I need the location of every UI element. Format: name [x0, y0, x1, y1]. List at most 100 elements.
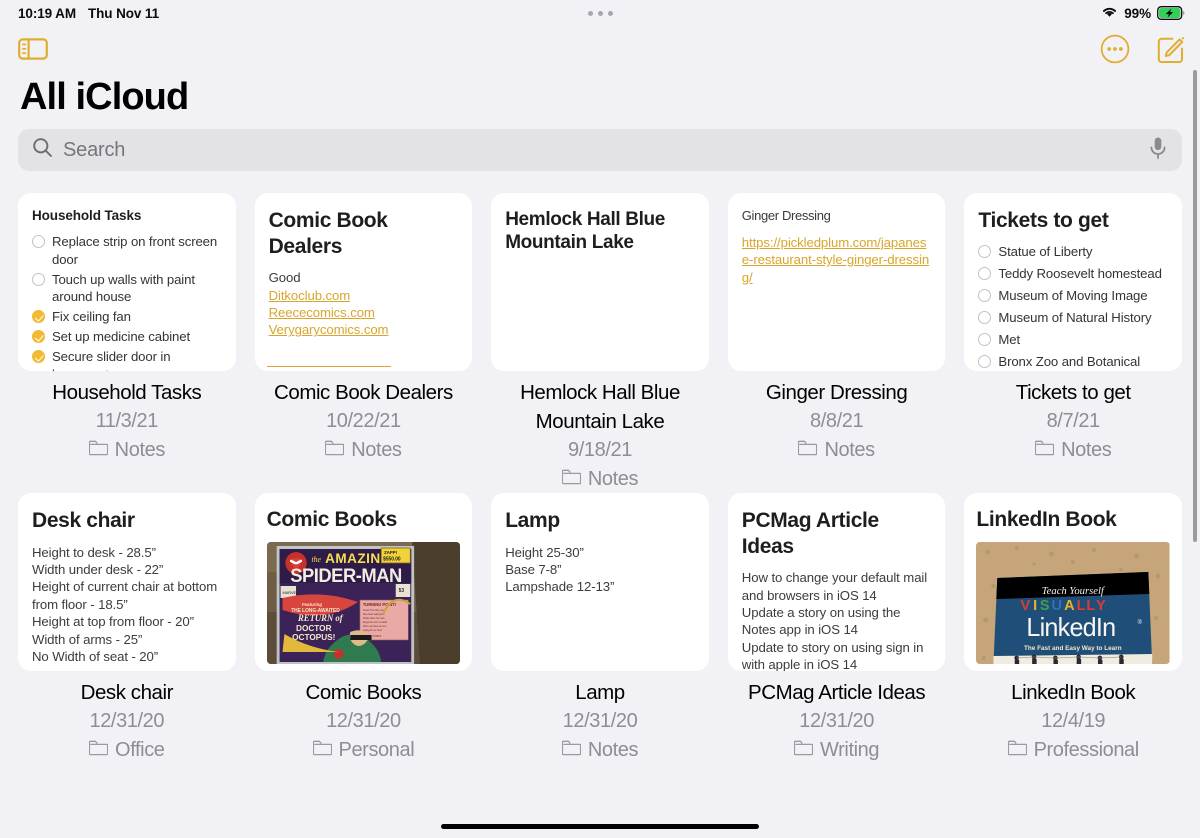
checkbox-checked-icon[interactable] [32, 350, 45, 364]
note-title: Lamp [575, 681, 625, 704]
note-preview-line: Lampshade 12-13” [505, 579, 615, 595]
microphone-icon[interactable] [1148, 136, 1168, 165]
note-title: Desk chair [80, 681, 174, 704]
status-bar-right: 99% [1101, 5, 1186, 21]
checklist-row[interactable]: Bronx Zoo and Botanical [978, 353, 1168, 370]
checklist-row[interactable]: Fix ceiling fan [32, 308, 222, 325]
folder-icon [1007, 736, 1027, 764]
folder-name: Professional [1033, 738, 1140, 761]
note-card-preview[interactable]: LinkedIn Book Teach Yourself V I S U A L… [964, 493, 1182, 671]
home-indicator[interactable] [441, 823, 759, 829]
svg-text:dangerous foe in a battle: dangerous foe in a battle [362, 621, 387, 624]
checkbox-unchecked-icon[interactable] [978, 244, 992, 258]
battery-charging-icon [1157, 6, 1186, 20]
more-ellipsis-icon[interactable] [1100, 34, 1130, 64]
linkedin-book-cover-photo: Teach Yourself V I S U A L L Y LinkedIn [976, 541, 1170, 664]
checklist-row[interactable]: Met [978, 331, 1168, 348]
folder-name: Notes [1061, 438, 1112, 461]
note-label: PCMag Article Ideas 12/31/20 Writing [728, 671, 946, 764]
checklist-row[interactable]: Secure slider door in basement [32, 348, 222, 371]
folder-name: Notes [824, 438, 875, 461]
folder-name: Personal [338, 738, 415, 761]
note-preview-link[interactable]: https://pickledplum.com/japanese-restaur… [742, 234, 932, 286]
note-folder: Professional [966, 736, 1180, 764]
search-bar[interactable] [18, 129, 1182, 171]
folder-icon [561, 465, 582, 493]
note-item[interactable]: Hemlock Hall Blue Mountain Lake Hemlock … [491, 193, 709, 493]
checkbox-unchecked-icon[interactable] [978, 355, 992, 369]
svg-text:ZAPP!: ZAPP! [384, 550, 398, 555]
checkbox-unchecked-icon[interactable] [978, 311, 992, 325]
search-input[interactable] [63, 138, 1138, 162]
note-card-preview[interactable]: PCMag Article Ideas How to change your d… [727, 493, 946, 671]
note-date: 11/3/21 [95, 410, 159, 433]
svg-text:OCTOPUS!: OCTOPUS! [292, 631, 335, 641]
note-card-preview[interactable]: Tickets to get Statue of Liberty Teddy R… [964, 193, 1182, 371]
note-preview-title: LinkedIn Book [976, 508, 1117, 531]
note-checklist: Replace strip on front screen door Touch… [32, 233, 222, 371]
note-preview-title: Lamp [505, 509, 560, 532]
note-label: Hemlock Hall Blue Mountain Lake 9/18/21 … [491, 371, 709, 493]
note-preview-link[interactable]: Ditkoclub.com [269, 287, 459, 304]
note-item[interactable]: Lamp Height 25-30” Base 7-8” Lampshade 1… [491, 493, 709, 764]
note-title: Comic Book Dealers [274, 381, 453, 404]
checklist-row[interactable]: Set up medicine cabinet [32, 328, 222, 345]
checkbox-unchecked-icon[interactable] [32, 272, 45, 286]
checkbox-unchecked-icon[interactable] [978, 266, 992, 280]
note-card-preview[interactable]: Household Tasks Replace strip on front s… [18, 193, 236, 371]
note-card-preview[interactable]: Comic Books the AMAZING SPIDER-MAN ZAPP!… [254, 493, 473, 671]
note-preview-body: Height to desk - 28.5” Width under desk … [32, 544, 222, 666]
note-item[interactable]: Desk chair Height to desk - 28.5” Width … [18, 493, 236, 764]
status-bar-left: 10:19 AM Thu Nov 11 [18, 6, 159, 21]
wifi-icon [1101, 5, 1118, 21]
note-preview-line: Update to story on using sign in with ap… [741, 639, 924, 671]
note-card-preview[interactable]: Desk chair Height to desk - 28.5” Width … [18, 493, 236, 671]
note-item[interactable]: Comic Book Dealers Good Ditkoclub.com Re… [254, 193, 473, 493]
note-label: Tickets to get 8/7/21 Notes [964, 371, 1182, 464]
note-label: Household Tasks 11/3/21 Notes [18, 371, 236, 464]
note-preview-title: Ginger Dressing [741, 208, 831, 223]
sidebar-toggle-icon[interactable] [18, 37, 48, 61]
note-item[interactable]: Household Tasks Replace strip on front s… [18, 193, 236, 493]
status-time: 10:19 AM [18, 5, 76, 21]
checklist-row[interactable]: Replace strip on front screen door [32, 233, 222, 267]
svg-text:Spidey faces his most: Spidey faces his most [362, 617, 384, 620]
vertical-scrollbar[interactable] [1193, 70, 1197, 542]
svg-text:A: A [1064, 597, 1075, 613]
note-item[interactable]: Comic Books the AMAZING SPIDER-MAN ZAPP!… [254, 493, 473, 764]
checklist-row[interactable]: Touch up walls with paint around house [32, 271, 222, 305]
note-preview-line: Height at top from floor - 20” [32, 614, 194, 630]
note-card-preview[interactable]: Comic Book Dealers Good Ditkoclub.com Re… [254, 193, 473, 371]
checklist-row[interactable]: Museum of Natural History [978, 309, 1168, 326]
note-folder: Notes [20, 436, 234, 464]
folder-icon [88, 736, 109, 764]
note-card-preview[interactable]: Ginger Dressing https://pickledplum.com/… [727, 193, 946, 371]
checklist-row[interactable]: Statue of Liberty [978, 243, 1168, 260]
svg-text:S: S [1040, 597, 1050, 613]
note-preview-link[interactable]: Verygarycomics.com [269, 321, 459, 338]
note-date: 12/31/20 [799, 710, 874, 733]
compose-note-icon[interactable] [1156, 34, 1186, 64]
checklist-row[interactable]: Museum of Moving Image [978, 287, 1168, 304]
checkbox-checked-icon[interactable] [32, 310, 45, 324]
svg-text:Y: Y [1096, 597, 1106, 613]
note-item[interactable]: LinkedIn Book Teach Yourself V I S U A L… [964, 493, 1182, 764]
note-item[interactable]: Tickets to get Statue of Liberty Teddy R… [964, 193, 1182, 493]
note-item[interactable]: Ginger Dressing https://pickledplum.com/… [727, 193, 946, 493]
note-preview-link[interactable]: Reececomics.com [269, 304, 459, 321]
checkbox-checked-icon[interactable] [32, 330, 45, 344]
checklist-row[interactable]: Teddy Roosevelt homestead [978, 265, 1168, 282]
note-card-preview[interactable]: Lamp Height 25-30” Base 7-8” Lampshade 1… [491, 493, 709, 671]
note-item[interactable]: PCMag Article Ideas How to change your d… [727, 493, 946, 764]
folder-icon [561, 736, 582, 764]
note-title: Tickets to get [1015, 381, 1131, 404]
status-bar: 10:19 AM Thu Nov 11 99% [0, 0, 1200, 26]
note-card-preview[interactable]: Hemlock Hall Blue Mountain Lake [491, 193, 709, 371]
note-title: Ginger Dressing [765, 381, 908, 404]
checkbox-unchecked-icon[interactable] [32, 235, 45, 249]
checkbox-unchecked-icon[interactable] [978, 333, 992, 347]
note-date: 8/7/21 [1046, 410, 1101, 433]
note-title: Hemlock Hall Blue Mountain Lake [520, 381, 680, 434]
checkbox-unchecked-icon[interactable] [978, 288, 992, 302]
note-preview-title: Comic Book Dealers [268, 209, 388, 258]
